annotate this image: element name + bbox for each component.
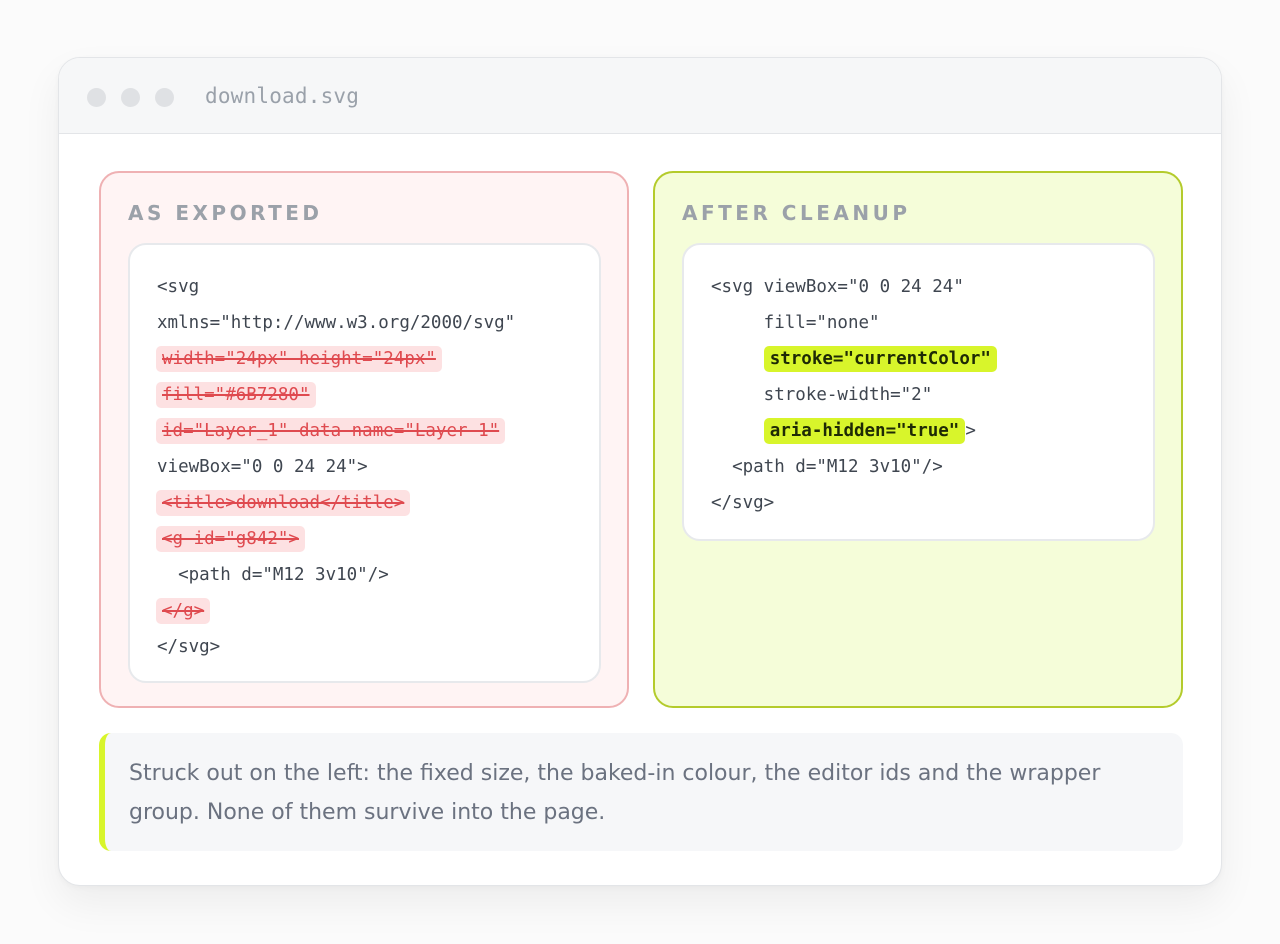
code-line-removed: width="24px" height="24px"	[156, 341, 599, 377]
after-cleanup-code-block: <svg viewBox="0 0 24 24" fill="none" str…	[682, 243, 1155, 541]
code-text: <svg viewBox="0 0 24 24"	[711, 277, 964, 297]
window-close-dot[interactable]	[87, 88, 106, 107]
code-line: </svg>	[157, 629, 599, 665]
code-line-removed: fill="#6B7280"	[156, 377, 599, 413]
as-exported-label: AS EXPORTED	[128, 201, 323, 225]
code-text: xmlns="http://www.w3.org/2000/svg"	[157, 313, 516, 333]
removed-attribute: width="24px" height="24px"	[156, 346, 442, 372]
code-line: xmlns="http://www.w3.org/2000/svg"	[157, 305, 599, 341]
added-attribute: stroke="currentColor"	[763, 346, 997, 372]
window-title: download.svg	[205, 84, 360, 108]
code-line: stroke-width="2"	[711, 377, 1153, 413]
code-text: stroke-width="2"	[711, 385, 933, 405]
removed-element: </g>	[156, 598, 211, 624]
code-line: viewBox="0 0 24 24">	[157, 449, 599, 485]
code-line: fill="none"	[711, 305, 1153, 341]
code-line-removed: </g>	[156, 593, 599, 629]
code-line-removed: id="Layer_1" data-name="Layer 1"	[156, 413, 599, 449]
window-maximize-dot[interactable]	[155, 88, 174, 107]
explanation-note: Struck out on the left: the fixed size, …	[99, 733, 1183, 851]
title-bar: download.svg	[59, 58, 1221, 134]
added-attribute: aria-hidden="true"	[763, 418, 966, 444]
code-text: </svg>	[711, 493, 775, 513]
code-line-added: aria-hidden="true" >	[711, 413, 1153, 449]
code-text: fill="none"	[711, 313, 880, 333]
code-line: <svg viewBox="0 0 24 24"	[711, 269, 1153, 305]
code-text: >	[965, 421, 976, 441]
code-line: </svg>	[711, 485, 1153, 521]
after-cleanup-label: AFTER CLEANUP	[682, 201, 911, 225]
editor-window: download.svg AS EXPORTED <svg xmlns="htt…	[58, 57, 1222, 886]
code-text: </svg>	[157, 637, 221, 657]
code-line-added: stroke="currentColor"	[711, 341, 1153, 377]
note-text: Struck out on the left: the fixed size, …	[129, 761, 1101, 825]
removed-attribute: id="Layer_1" data-name="Layer 1"	[156, 418, 506, 444]
code-text: viewBox="0 0 24 24">	[157, 457, 368, 477]
code-text: <svg	[157, 277, 200, 297]
code-line: <path d="M12 3v10"/>	[157, 557, 599, 593]
code-line-removed: <g id="g842">	[156, 521, 599, 557]
removed-attribute: fill="#6B7280"	[156, 382, 316, 408]
as-exported-panel: AS EXPORTED <svg xmlns="http://www.w3.or…	[99, 171, 629, 708]
code-line-removed: <title>download</title>	[156, 485, 599, 521]
code-line: <svg	[157, 269, 599, 305]
as-exported-code-block: <svg xmlns="http://www.w3.org/2000/svg" …	[128, 243, 601, 683]
after-cleanup-panel: AFTER CLEANUP <svg viewBox="0 0 24 24" f…	[653, 171, 1183, 708]
window-minimize-dot[interactable]	[121, 88, 140, 107]
removed-element: <g id="g842">	[156, 526, 305, 552]
removed-element: <title>download</title>	[156, 490, 411, 516]
code-text: <path d="M12 3v10"/>	[157, 565, 389, 585]
code-line: <path d="M12 3v10"/>	[711, 449, 1153, 485]
code-text: <path d="M12 3v10"/>	[711, 457, 943, 477]
